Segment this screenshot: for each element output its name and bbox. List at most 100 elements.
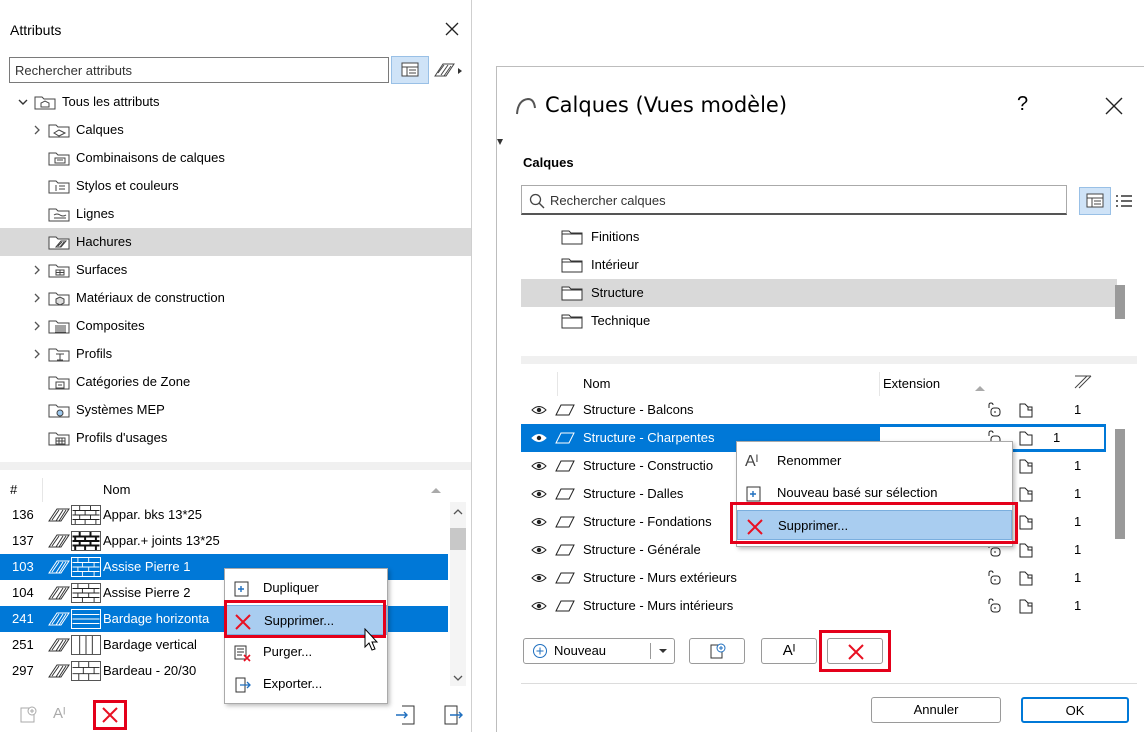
- eye-icon[interactable]: [531, 601, 547, 611]
- close-icon[interactable]: [441, 18, 463, 40]
- lock-open-icon[interactable]: [986, 402, 1002, 418]
- splitter[interactable]: [521, 356, 1137, 364]
- tree-item-profils[interactable]: Profils: [0, 340, 471, 368]
- search-layers-input[interactable]: Rechercher calques: [521, 185, 1067, 215]
- fill-pattern-bricks-icon: [71, 505, 101, 525]
- composites-icon: [48, 320, 70, 334]
- wireframe-icon[interactable]: [1018, 430, 1034, 446]
- column-extension[interactable]: Extension: [883, 376, 940, 391]
- folder-item[interactable]: Intérieur: [521, 251, 1117, 279]
- new-layer-button[interactable]: Nouveau: [523, 638, 675, 664]
- menu-item-renommer[interactable]: Aᴵ Renommer: [737, 446, 1012, 476]
- wireframe-icon[interactable]: [1018, 542, 1034, 558]
- list-view-icon[interactable]: [1115, 193, 1133, 209]
- search-attributes-input[interactable]: Rechercher attributs: [9, 57, 389, 83]
- hatch-icon: [48, 638, 70, 652]
- wireframe-icon[interactable]: [1018, 514, 1034, 530]
- eye-icon[interactable]: [531, 573, 547, 583]
- chevron-down-icon[interactable]: [658, 648, 668, 655]
- help-button[interactable]: ?: [1017, 93, 1028, 116]
- scroll-up-icon[interactable]: [453, 508, 463, 516]
- tree-item-combinaisons[interactable]: Combinaisons de calques: [0, 144, 471, 172]
- eye-icon[interactable]: [531, 545, 547, 555]
- close-icon[interactable]: [1103, 95, 1125, 117]
- layers-scrollbar-thumb[interactable]: [1115, 429, 1125, 539]
- import-icon[interactable]: [394, 703, 418, 727]
- fill-row[interactable]: 137 Appar.+ joints 13*25: [0, 528, 448, 554]
- layer-row[interactable]: Structure - Murs intérieurs 1: [521, 592, 1106, 620]
- folder-item[interactable]: Finitions: [521, 223, 1117, 251]
- ok-button[interactable]: OK: [1021, 697, 1129, 723]
- fill-pattern-vertical-icon: [71, 635, 101, 655]
- lock-open-icon[interactable]: [986, 570, 1002, 586]
- layer-row[interactable]: Structure - Balcons 1: [521, 396, 1106, 424]
- all-attributes-icon: [34, 96, 56, 110]
- layer-row[interactable]: Structure - Murs extérieurs 1: [521, 564, 1106, 592]
- tree-item-mep[interactable]: Systèmes MEP: [0, 396, 471, 424]
- rename-button[interactable]: Aᴵ: [761, 638, 817, 664]
- tree-item-calques[interactable]: Calques: [0, 116, 471, 144]
- tree-item-all[interactable]: Tous les attributs: [0, 88, 471, 116]
- chevron-right-icon[interactable]: [30, 312, 44, 340]
- tree-item-zones[interactable]: Catégories de Zone: [0, 368, 471, 396]
- delete-icon[interactable]: [100, 705, 120, 725]
- scrollbar[interactable]: [450, 502, 466, 686]
- column-nom[interactable]: Nom: [583, 376, 610, 391]
- column-nom[interactable]: Nom: [103, 482, 130, 497]
- scroll-down-icon[interactable]: [453, 674, 463, 682]
- chevron-down-icon[interactable]: [16, 88, 30, 116]
- new-attribute-icon[interactable]: [18, 704, 40, 726]
- menu-item-exporter[interactable]: Exporter...: [225, 669, 387, 699]
- chevron-right-icon[interactable]: [30, 116, 44, 144]
- fill-view-menu-icon[interactable]: [432, 60, 466, 82]
- chevron-right-icon[interactable]: [30, 284, 44, 312]
- tree-view-icon: [1086, 193, 1104, 208]
- wireframe-icon[interactable]: [1018, 570, 1034, 586]
- layers-header: Nom Extension: [521, 372, 1113, 396]
- cancel-button[interactable]: Annuler: [871, 697, 1001, 723]
- eye-icon[interactable]: [531, 517, 547, 527]
- tree-view-button[interactable]: [1079, 187, 1111, 215]
- eye-icon[interactable]: [531, 461, 547, 471]
- plus-circle-icon: [533, 644, 547, 658]
- layer-icon: [555, 600, 575, 612]
- wireframe-icon[interactable]: [1018, 598, 1034, 614]
- tree-item-hachures[interactable]: Hachures: [0, 228, 471, 256]
- chevron-right-icon[interactable]: [30, 340, 44, 368]
- export-icon[interactable]: [441, 703, 465, 727]
- menu-item-dupliquer[interactable]: Dupliquer: [225, 573, 387, 603]
- pen-column-icon: [1074, 375, 1092, 389]
- tree-item-composites[interactable]: Composites: [0, 312, 471, 340]
- eye-icon[interactable]: [531, 405, 547, 415]
- row-cut-edge: [521, 617, 1106, 623]
- menu-item-purger[interactable]: Purger...: [225, 637, 387, 667]
- tree-item-usages[interactable]: Profils d'usages: [0, 424, 471, 452]
- rename-icon[interactable]: Aᴵ: [53, 705, 66, 722]
- wireframe-icon[interactable]: [1018, 458, 1034, 474]
- scrollbar-thumb[interactable]: [450, 528, 466, 550]
- folder-item[interactable]: Technique: [521, 307, 1117, 335]
- chevron-right-icon[interactable]: [30, 256, 44, 284]
- hatch-icon: [48, 586, 70, 600]
- tree-item-surfaces[interactable]: Surfaces: [0, 256, 471, 284]
- tree-item-materiaux[interactable]: Matériaux de construction: [0, 284, 471, 312]
- tree-item-lignes[interactable]: Lignes: [0, 200, 471, 228]
- layers-icon: [48, 124, 70, 138]
- splitter[interactable]: [0, 462, 471, 470]
- new-from-selection-button[interactable]: [689, 638, 745, 664]
- tree-item-stylos[interactable]: Stylos et couleurs: [0, 172, 471, 200]
- folder-scrollbar-thumb[interactable]: [1115, 285, 1125, 319]
- folder-item[interactable]: Structure: [521, 279, 1117, 307]
- eye-icon[interactable]: [531, 433, 547, 443]
- layers-dialog: Calques (Vues modèle) ? Calques Recherch…: [496, 66, 1144, 732]
- wireframe-icon[interactable]: [1018, 486, 1034, 502]
- lock-open-icon[interactable]: [986, 598, 1002, 614]
- panel-collapse-icon[interactable]: [497, 139, 503, 147]
- eye-icon[interactable]: [531, 489, 547, 499]
- fill-row[interactable]: 136 Appar. bks 13*25: [0, 502, 448, 528]
- list-view-button[interactable]: [391, 56, 429, 84]
- wireframe-icon[interactable]: [1018, 402, 1034, 418]
- split-divider: [650, 643, 651, 659]
- footer-divider: [521, 683, 1137, 684]
- column-num[interactable]: #: [10, 482, 17, 497]
